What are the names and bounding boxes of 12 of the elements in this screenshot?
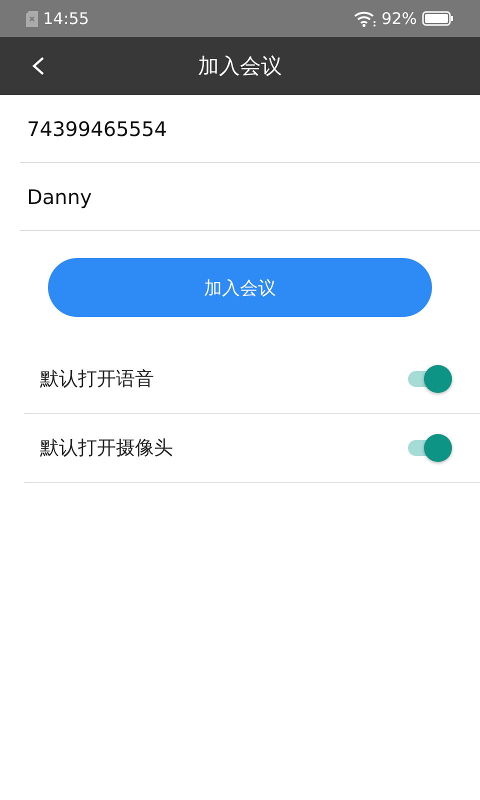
input-field[interactable]: 74399465554 <box>20 116 467 140</box>
input-field[interactable]: Danny <box>20 184 467 208</box>
setting-label: 默认打开摄像头 <box>39 436 173 461</box>
sim-icon <box>26 10 38 26</box>
toggle-switch[interactable] <box>408 434 452 462</box>
screen-title: 加入会议 <box>198 53 282 80</box>
toggle-switch[interactable] <box>408 365 452 393</box>
setting-label: 默认打开语音 <box>39 367 154 392</box>
status-time: 14:55 <box>43 9 90 28</box>
wifi-icon <box>354 10 376 26</box>
battery-percent: 92% <box>381 9 417 28</box>
battery-icon <box>422 11 454 26</box>
